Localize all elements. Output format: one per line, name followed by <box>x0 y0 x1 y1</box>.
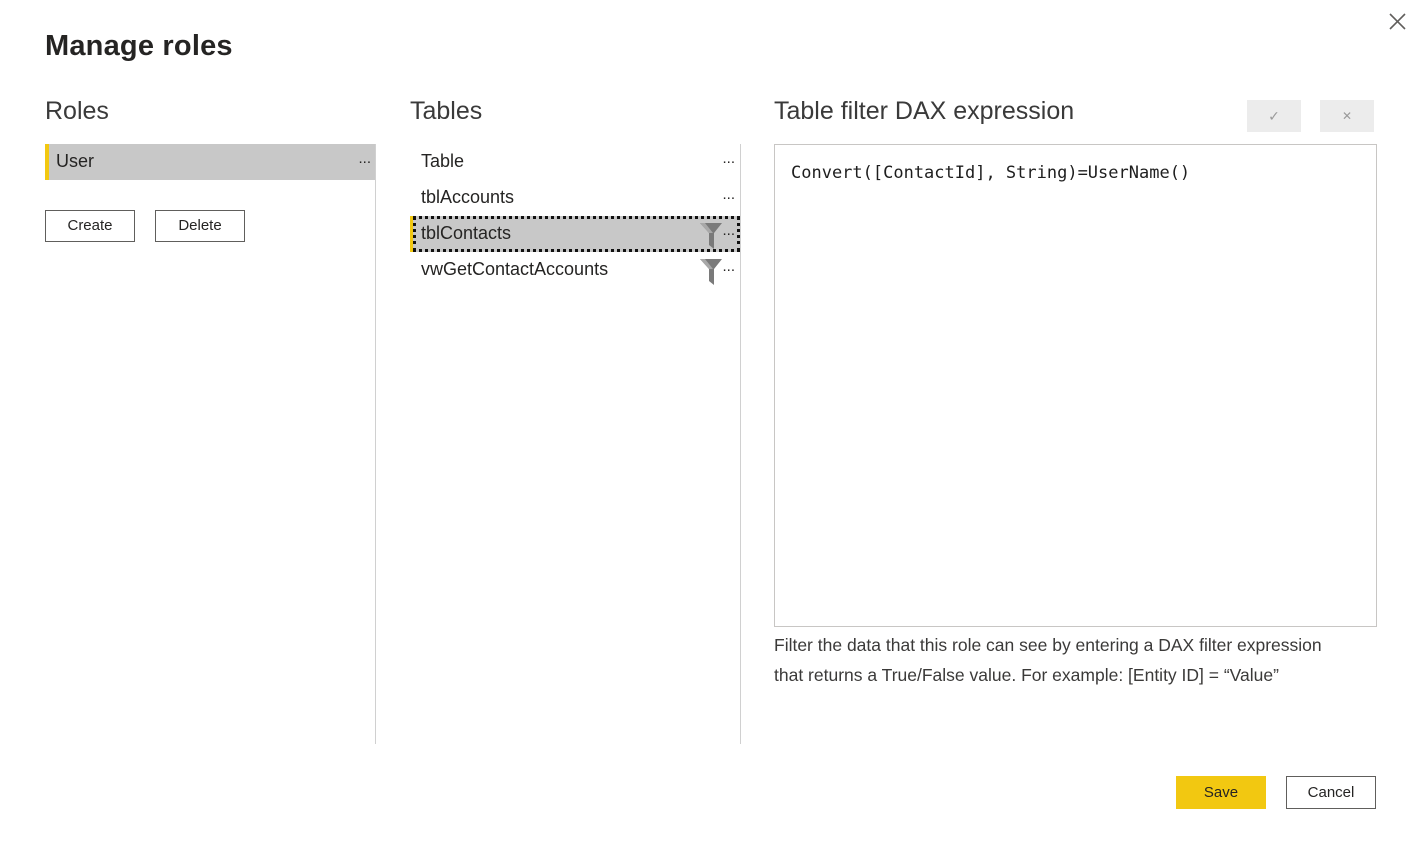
table-more-options-button[interactable]: ... <box>722 186 735 203</box>
roles-heading: Roles <box>45 97 109 125</box>
dax-help-text: Filter the data that this role can see b… <box>774 630 1374 690</box>
tables-divider <box>740 144 741 744</box>
delete-role-button[interactable]: Delete <box>155 210 245 242</box>
filter-icon <box>700 223 722 249</box>
tables-heading: Tables <box>410 97 483 125</box>
table-item-label: tblContacts <box>421 223 512 243</box>
role-item-label: User <box>56 151 95 171</box>
close-icon <box>1389 13 1406 30</box>
confirm-expression-button[interactable]: ✓ <box>1247 100 1301 132</box>
dax-help-line-1: Filter the data that this role can see b… <box>774 635 1322 655</box>
close-dialog-button[interactable] <box>1382 6 1412 36</box>
table-item-vwgetcontactaccounts[interactable]: vwGetContactAccounts ... <box>410 252 740 288</box>
table-item-tblcontacts[interactable]: tblContacts ... <box>410 216 740 252</box>
table-item-table[interactable]: Table ... <box>410 144 740 180</box>
save-button[interactable]: Save <box>1176 776 1266 809</box>
create-role-button[interactable]: Create <box>45 210 135 242</box>
table-more-options-button[interactable]: ... <box>722 150 735 167</box>
cancel-button[interactable]: Cancel <box>1286 776 1376 809</box>
table-item-label: tblAccounts <box>421 187 515 207</box>
table-more-options-button[interactable]: ... <box>722 222 735 239</box>
role-item-user[interactable]: User ... <box>45 144 375 180</box>
table-item-label: Table <box>421 151 465 171</box>
table-item-tblaccounts[interactable]: tblAccounts ... <box>410 180 740 216</box>
table-more-options-button[interactable]: ... <box>722 258 735 275</box>
dax-heading: Table filter DAX expression <box>774 97 1075 125</box>
dax-expression-editor[interactable]: Convert([ContactId], String)=UserName() <box>774 144 1377 627</box>
filter-icon <box>700 259 722 285</box>
roles-list: User ... <box>45 144 375 180</box>
table-item-label: vwGetContactAccounts <box>421 259 609 279</box>
close-icon: ✕ <box>1341 109 1353 123</box>
dax-expression-text[interactable]: Convert([ContactId], String)=UserName() <box>791 163 1190 183</box>
roles-divider <box>375 144 376 744</box>
checkmark-icon: ✓ <box>1268 108 1280 124</box>
role-more-options-button[interactable]: ... <box>358 150 371 167</box>
discard-expression-button[interactable]: ✕ <box>1320 100 1374 132</box>
dialog-title: Manage roles <box>45 30 233 62</box>
tables-list: Table ... tblAccounts ... tblContacts ..… <box>410 144 740 288</box>
dax-help-line-2: that returns a True/False value. For exa… <box>774 665 1279 685</box>
